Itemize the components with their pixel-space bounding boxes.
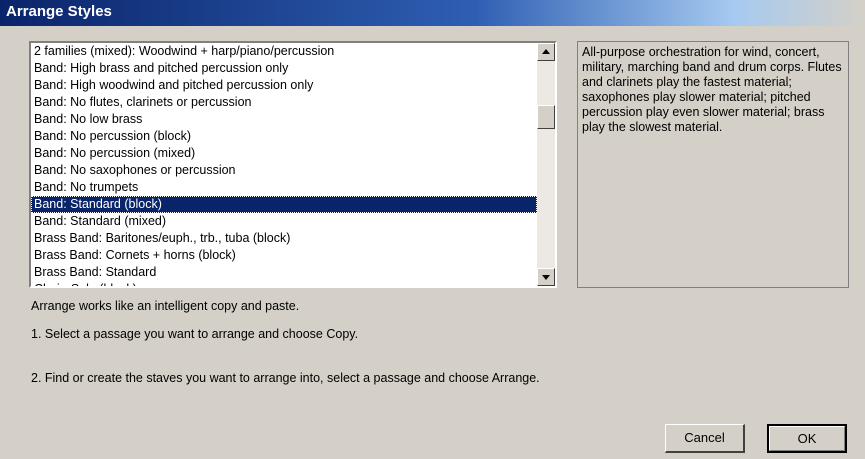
- ok-button-label: OK: [797, 431, 817, 446]
- scroll-down-button[interactable]: [537, 268, 555, 286]
- styles-list: 2 families (mixed): Woodwind + harp/pian…: [31, 43, 537, 286]
- list-item[interactable]: 2 families (mixed): Woodwind + harp/pian…: [31, 43, 537, 60]
- list-item[interactable]: Band: High woodwind and pitched percussi…: [31, 77, 537, 94]
- arrange-styles-dialog: Arrange Styles 2 families (mixed): Woodw…: [0, 0, 865, 459]
- help-step-2: 2. Find or create the staves you want to…: [31, 371, 540, 385]
- help-intro: Arrange works like an intelligent copy a…: [31, 299, 300, 313]
- ok-button[interactable]: OK: [767, 424, 847, 453]
- list-item[interactable]: Band: No percussion (block): [31, 128, 537, 145]
- list-item[interactable]: Brass Band: Standard: [31, 264, 537, 281]
- help-step-1: 1. Select a passage you want to arrange …: [31, 327, 359, 341]
- cancel-button[interactable]: Cancel: [665, 424, 745, 453]
- vertical-scrollbar[interactable]: [537, 43, 555, 286]
- list-item[interactable]: Brass Band: Baritones/euph., trb., tuba …: [31, 230, 537, 247]
- list-item[interactable]: Band: No saxophones or percussion: [31, 162, 537, 179]
- list-item[interactable]: Band: High brass and pitched percussion …: [31, 60, 537, 77]
- list-item[interactable]: Band: No trumpets: [31, 179, 537, 196]
- list-item[interactable]: Band: Standard (block): [31, 196, 537, 213]
- list-item[interactable]: Band: No flutes, clarinets or percussion: [31, 94, 537, 111]
- list-item[interactable]: Choir: Solo (block): [31, 281, 537, 286]
- scroll-thumb[interactable]: [537, 105, 555, 129]
- scroll-up-button[interactable]: [537, 43, 555, 61]
- list-item[interactable]: Band: No percussion (mixed): [31, 145, 537, 162]
- arrow-down-icon: [542, 275, 550, 280]
- arrow-up-icon: [542, 49, 550, 54]
- list-item[interactable]: Band: No low brass: [31, 111, 537, 128]
- window-title: Arrange Styles: [6, 3, 112, 20]
- styles-listbox[interactable]: 2 families (mixed): Woodwind + harp/pian…: [29, 41, 557, 288]
- style-description: All-purpose orchestration for wind, conc…: [577, 41, 849, 288]
- list-item[interactable]: Brass Band: Cornets + horns (block): [31, 247, 537, 264]
- list-item[interactable]: Band: Standard (mixed): [31, 213, 537, 230]
- title-bar[interactable]: Arrange Styles: [0, 0, 865, 26]
